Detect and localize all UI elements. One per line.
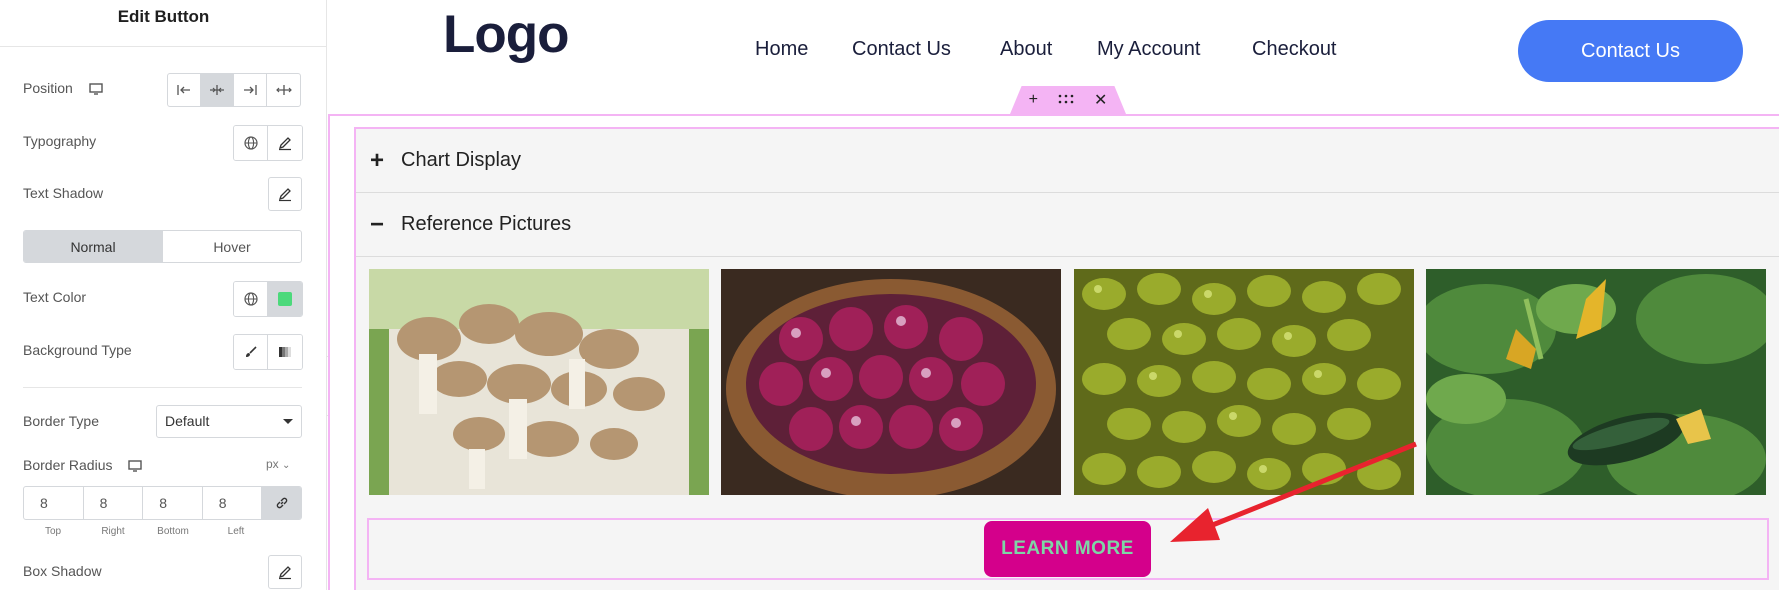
close-icon[interactable]: ✕ xyxy=(1094,90,1107,110)
nav-my-account[interactable]: My Account xyxy=(1097,38,1200,61)
radius-top-input[interactable]: 8 xyxy=(24,487,84,519)
divider xyxy=(0,46,327,47)
position-alignment-group xyxy=(167,73,301,107)
text-shadow-label: Text Shadow xyxy=(23,185,104,201)
state-tabs: Normal Hover xyxy=(23,230,302,263)
brush-icon[interactable] xyxy=(234,335,268,369)
radius-bottom-input[interactable]: 8 xyxy=(143,487,203,519)
site-logo[interactable]: Logo xyxy=(443,4,569,65)
image-red-onions[interactable] xyxy=(721,269,1061,495)
typography-controls xyxy=(233,125,303,161)
nav-about[interactable]: About xyxy=(1000,38,1052,61)
radius-bottom-caption: Bottom xyxy=(157,526,189,537)
color-swatch[interactable] xyxy=(268,282,302,316)
box-shadow-edit-icon[interactable] xyxy=(268,555,302,589)
chevron-down-icon: ⌄ xyxy=(282,460,291,471)
pencil-edit-icon[interactable] xyxy=(268,126,302,160)
drag-handle-icon[interactable] xyxy=(1058,91,1074,109)
globe-icon[interactable] xyxy=(234,282,268,316)
link-icon[interactable] xyxy=(262,487,301,519)
border-radius-inputs: 8 8 8 8 xyxy=(23,486,302,520)
section-handle: + ✕ xyxy=(1010,86,1126,114)
align-end-icon[interactable] xyxy=(234,74,267,106)
tab-normal[interactable]: Normal xyxy=(24,231,162,262)
desktop-icon[interactable] xyxy=(128,459,143,475)
panel-title: Edit Button xyxy=(117,7,210,26)
edit-panel: Edit Button Position Typography Text Sha… xyxy=(0,0,327,590)
text-color-controls xyxy=(233,281,303,317)
minus-icon: − xyxy=(369,210,384,238)
background-type-label: Background Type xyxy=(23,342,132,358)
section-outline xyxy=(328,114,330,590)
accordion-item-reference-pictures[interactable]: − Reference Pictures xyxy=(356,193,1779,257)
divider xyxy=(23,387,302,388)
unit-selector[interactable]: px ⌄ xyxy=(266,457,290,471)
align-stretch-icon[interactable] xyxy=(267,74,300,106)
radius-top-caption: Top xyxy=(44,526,62,537)
accordion-item-chart-display[interactable]: + Chart Display xyxy=(356,129,1779,193)
radius-right-caption: Right xyxy=(101,526,125,537)
radius-left-input[interactable]: 8 xyxy=(203,487,263,519)
color-swatch-chip xyxy=(278,292,292,306)
typography-label: Typography xyxy=(23,133,97,149)
contact-us-button[interactable]: Contact Us xyxy=(1518,20,1743,82)
border-type-select[interactable]: Default xyxy=(156,405,302,438)
section-outline xyxy=(328,114,1779,116)
plus-icon: + xyxy=(369,146,384,174)
globe-icon[interactable] xyxy=(234,126,268,160)
add-section-icon[interactable]: + xyxy=(1029,91,1038,109)
border-type-value: Default xyxy=(165,413,210,429)
image-zucchini-plant[interactable] xyxy=(1426,269,1766,495)
text-shadow-edit-icon[interactable] xyxy=(268,177,302,211)
accordion-title: Reference Pictures xyxy=(401,213,572,235)
nav-checkout[interactable]: Checkout xyxy=(1252,38,1337,61)
align-center-icon[interactable] xyxy=(201,74,234,106)
annotation-arrow xyxy=(1170,441,1417,542)
nav-home[interactable]: Home xyxy=(755,38,808,61)
background-type-controls xyxy=(233,334,303,370)
border-radius-label: Border Radius xyxy=(23,457,143,475)
caret-down-icon xyxy=(283,419,293,424)
gradient-icon[interactable] xyxy=(268,335,302,369)
desktop-icon[interactable] xyxy=(89,82,103,98)
learn-more-button[interactable]: LEARN MORE xyxy=(984,521,1151,577)
tab-hover[interactable]: Hover xyxy=(162,231,301,262)
editor-root: Edit Button Position Typography Text Sha… xyxy=(0,0,1779,590)
box-shadow-label: Box Shadow xyxy=(23,563,102,579)
accordion-title: Chart Display xyxy=(401,149,522,171)
radius-right-input[interactable]: 8 xyxy=(84,487,144,519)
radius-left-caption: Left xyxy=(227,526,245,537)
align-start-icon[interactable] xyxy=(168,74,201,106)
border-type-label: Border Type xyxy=(23,413,100,429)
nav-contact-us[interactable]: Contact Us xyxy=(852,38,951,61)
image-mushrooms[interactable] xyxy=(369,269,709,495)
position-label: Position xyxy=(23,80,103,98)
text-color-label: Text Color xyxy=(23,289,87,305)
